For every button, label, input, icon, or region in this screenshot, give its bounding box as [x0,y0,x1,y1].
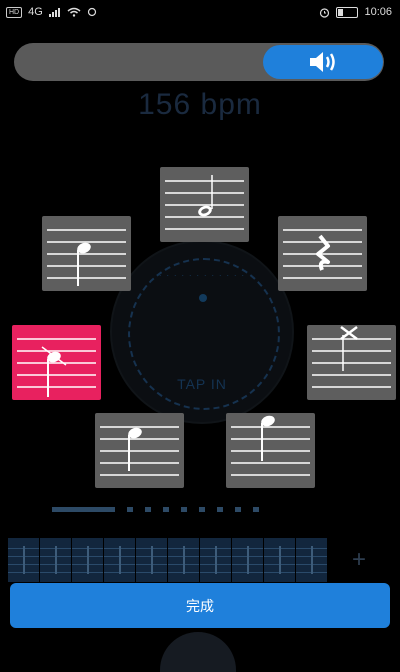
beat-dot [235,507,241,512]
tap-in-label: TAP IN [177,376,227,392]
sequence-cell[interactable] [8,538,39,582]
status-bar: HD 4G 10:06 [0,0,400,26]
bpm-display: 156 bpm [138,88,262,121]
done-button[interactable]: 完成 [10,583,390,628]
sequence-cell[interactable] [232,538,263,582]
note-stem [55,546,57,574]
volume-slider-thumb[interactable] [263,45,383,79]
beat-dot [127,507,133,512]
alarm-icon [320,7,330,18]
add-beat-button[interactable]: + [352,546,366,574]
status-time: 10:06 [364,6,392,18]
wifi-icon [67,7,81,17]
note-stem [247,546,249,574]
beat-dot [199,507,205,512]
note-card-quarter-rest[interactable] [278,216,367,291]
hd-badge: HD [6,6,23,18]
beat-dot [253,507,259,512]
dial-ticks: · · · · · · · · · · · · [158,270,246,280]
tap-dial[interactable]: · · · · · · · · · · · · TAP IN [110,240,294,424]
bottom-handle [160,632,236,672]
note-stem [87,546,89,574]
quarter-rest-icon [283,229,362,279]
sequence-strip [8,538,327,582]
speaker-icon [310,52,335,72]
half-note-icon [165,175,244,230]
beat-dot [217,507,223,512]
note-stem [215,546,217,574]
network-label: 4G [28,6,43,18]
sequence-cell[interactable] [168,538,199,582]
accent-note-icon [17,338,96,397]
note-card-eighth-note-up[interactable] [226,413,315,488]
beat-progress-bar [52,507,115,512]
note-stem [23,546,25,574]
eighth-note-up-icon [231,415,310,476]
note-card-half-note[interactable] [160,167,249,242]
dial-indicator [199,294,207,302]
eighth-note-icon [47,229,126,286]
sequence-cell[interactable] [200,538,231,582]
note-stem [151,546,153,574]
sequence-cell[interactable] [264,538,295,582]
quarter-note-icon [100,426,179,476]
sequence-cell[interactable] [136,538,167,582]
data-sync-icon [87,7,96,17]
note-stem [279,546,281,574]
sequence-cell[interactable] [72,538,103,582]
note-card-accent-note[interactable] [12,325,101,400]
beat-progress [52,507,259,512]
note-stem [119,546,121,574]
note-card-quarter-note[interactable] [95,413,184,488]
note-stem [183,546,185,574]
note-card-ghost-note[interactable] [307,325,396,400]
note-stem [311,546,313,574]
battery-icon [336,6,359,18]
beat-dot [163,507,169,512]
ghost-note-icon [312,326,391,388]
sequence-cell[interactable] [40,538,71,582]
signal-icon [48,7,60,17]
sequence-cell[interactable] [104,538,135,582]
note-card-eighth-note[interactable] [42,216,131,291]
sequence-cell[interactable] [296,538,327,582]
beat-dot [145,507,151,512]
beat-dot [181,507,187,512]
